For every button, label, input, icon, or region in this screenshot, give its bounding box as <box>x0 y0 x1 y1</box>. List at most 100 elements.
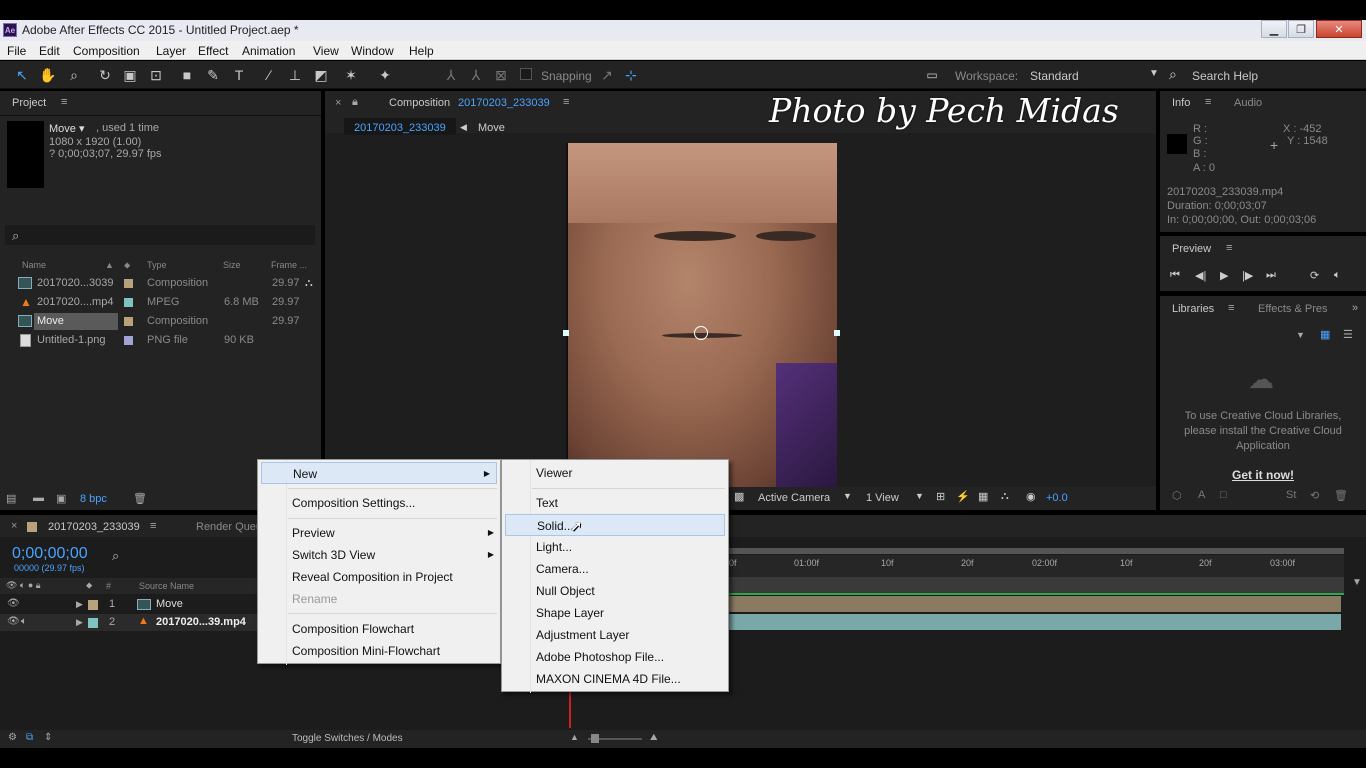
lock-icon[interactable]: 🔒︎ <box>352 96 358 109</box>
stock-icon[interactable]: St <box>1286 489 1296 501</box>
list-view-icon[interactable]: ☰ <box>1343 328 1353 341</box>
label-color-swatch[interactable] <box>124 336 133 345</box>
project-search-field[interactable] <box>5 225 315 245</box>
rotate-tool-icon[interactable]: ↻ <box>96 66 114 84</box>
panel-menu-icon[interactable]: ≡ <box>563 96 569 108</box>
submenu-item-shape-layer[interactable]: Shape Layer <box>502 602 728 624</box>
clone-stamp-tool-icon[interactable]: ⊥ <box>286 66 304 84</box>
snap-edges-icon[interactable]: ↗ <box>598 66 616 84</box>
panel-menu-icon[interactable]: ≡ <box>1228 302 1234 314</box>
snapping-checkbox[interactable] <box>520 68 532 80</box>
sync-icon[interactable]: ⟲ <box>1310 489 1319 502</box>
visibility-eye-icon[interactable]: 👁︎ <box>7 616 20 627</box>
project-row[interactable]: ▲ 2017020....mp4 MPEG 6.8 MB 29.97 <box>0 293 320 312</box>
label-color-swatch[interactable] <box>124 279 133 288</box>
menu-item-preview[interactable]: Preview ▶ <box>258 522 500 544</box>
transparency-grid-icon[interactable]: ▦ <box>978 490 988 503</box>
brush-tool-icon[interactable]: ∕ <box>260 66 278 84</box>
selection-tool-icon[interactable]: ↖ <box>13 66 31 84</box>
views-chevron-icon[interactable]: ▼ <box>915 491 924 501</box>
col-source-name[interactable]: Source Name <box>139 581 194 591</box>
get-it-now-link[interactable]: Get it now! <box>1160 468 1366 482</box>
new-composition-icon[interactable]: ▣ <box>56 492 66 505</box>
views-dropdown[interactable]: 1 View <box>866 492 899 504</box>
zoom-in-icon[interactable]: ⛰ <box>650 732 658 743</box>
menu-window[interactable]: Window <box>351 44 394 58</box>
trash-icon[interactable]: 🗑 <box>133 492 147 505</box>
submenu-item-photoshop-file[interactable]: Adobe Photoshop File... <box>502 646 728 668</box>
toggle-switches-modes[interactable]: Toggle Switches / Modes <box>292 733 403 744</box>
anchor-point-icon[interactable] <box>694 326 708 340</box>
exposure-reset-icon[interactable]: ◉ <box>1026 490 1036 503</box>
flowchart-icon[interactable]: ⛬ <box>1001 490 1009 503</box>
menu-file[interactable]: File <box>7 44 26 58</box>
submenu-item-text[interactable]: Text <box>502 492 728 514</box>
composition-viewer-image[interactable] <box>566 143 837 487</box>
zoom-slider-thumb[interactable] <box>591 734 599 743</box>
pan-behind-tool-icon[interactable]: ⊡ <box>147 66 165 84</box>
project-row-selected[interactable]: Move Composition 29.97 <box>0 312 320 331</box>
local-axis-icon[interactable]: ⅄ <box>442 66 460 84</box>
more-tabs-icon[interactable]: » <box>1352 302 1358 314</box>
menu-help[interactable]: Help <box>409 44 434 58</box>
puppet-pin-tool-icon[interactable]: ✦ <box>376 66 394 84</box>
label-color-swatch[interactable] <box>124 298 133 307</box>
submenu-item-viewer[interactable]: Viewer <box>502 462 728 484</box>
audio-tab[interactable]: Audio <box>1234 97 1262 109</box>
submenu-item-camera[interactable]: Camera... <box>502 558 728 580</box>
add-graphic-icon[interactable]: ⬡ <box>1172 489 1182 502</box>
eraser-tool-icon[interactable]: ◩ <box>312 66 330 84</box>
rectangle-tool-icon[interactable]: ■ <box>178 66 196 84</box>
camera-tool-icon[interactable]: ▣ <box>121 66 139 84</box>
hand-tool-icon[interactable]: ✋ <box>39 66 57 84</box>
3d-renderer-icon[interactable]: ▩ <box>734 490 744 503</box>
previous-frame-icon[interactable]: ◀︎| <box>1195 269 1206 282</box>
bit-depth-button[interactable]: 8 bpc <box>80 493 107 505</box>
add-text-icon[interactable]: A <box>1198 489 1205 501</box>
close-tab-icon[interactable]: × <box>335 97 341 109</box>
transfer-controls-icon[interactable]: ⧉ <box>26 732 33 743</box>
menu-item-composition-settings[interactable]: Composition Settings... <box>258 492 500 514</box>
menu-composition[interactable]: Composition <box>73 44 140 58</box>
minimize-button[interactable]: ▁ <box>1261 20 1287 38</box>
toggle-pixel-aspect-icon[interactable]: ⊞ <box>936 490 945 503</box>
interpret-footage-icon[interactable]: ▤ <box>6 492 16 505</box>
current-timecode[interactable]: 0;00;00;00 <box>12 545 88 563</box>
col-name[interactable]: Name <box>22 260 46 270</box>
close-window-button[interactable]: ✕ <box>1316 20 1362 38</box>
exposure-value[interactable]: +0.0 <box>1046 492 1068 504</box>
visibility-eye-icon[interactable]: 👁︎ <box>7 598 20 609</box>
play-icon[interactable]: ▶ <box>1220 269 1228 282</box>
roto-brush-tool-icon[interactable]: ✶ <box>342 66 360 84</box>
new-folder-icon[interactable]: ▬ <box>33 492 44 504</box>
add-color-icon[interactable]: □ <box>1220 489 1227 501</box>
label-color-swatch[interactable] <box>124 317 133 326</box>
delete-icon[interactable]: 🗑 <box>1334 489 1348 502</box>
layer-label-color[interactable] <box>88 618 98 628</box>
menu-item-new[interactable]: New ▶ <box>261 462 497 484</box>
next-frame-icon[interactable]: |▶︎ <box>1242 269 1253 282</box>
menu-effect[interactable]: Effect <box>198 44 228 58</box>
composition-panel-label[interactable]: Composition <box>389 97 450 109</box>
maximize-button[interactable]: ❐ <box>1288 20 1314 38</box>
preview-title[interactable]: Preview <box>1172 243 1211 255</box>
menu-layer[interactable]: Layer <box>156 44 186 58</box>
panel-menu-icon[interactable]: ≡ <box>61 96 67 108</box>
audio-icon[interactable]: 🔈︎ <box>1334 269 1341 282</box>
panel-menu-icon[interactable]: ≡ <box>1205 96 1211 108</box>
menu-item-composition-flowchart[interactable]: Composition Flowchart <box>258 618 500 640</box>
first-frame-icon[interactable]: ⏮ <box>1170 269 1180 282</box>
transform-handle[interactable] <box>563 330 569 336</box>
layer-label-color[interactable] <box>88 600 98 610</box>
search-help-input[interactable]: Search Help <box>1192 69 1258 83</box>
comp-marker-icon[interactable]: ▼ <box>1352 577 1362 588</box>
close-tab-icon[interactable]: × <box>11 520 17 532</box>
render-queue-tab[interactable]: Render Queu <box>196 521 262 533</box>
effects-presets-tab[interactable]: Effects & Pres <box>1258 303 1328 315</box>
submenu-item-adjustment-layer[interactable]: Adjustment Layer <box>502 624 728 646</box>
layer-switches-icon[interactable]: ⚙ <box>8 732 17 743</box>
project-panel-title[interactable]: Project <box>12 97 46 109</box>
col-size[interactable]: Size <box>223 260 241 270</box>
world-axis-icon[interactable]: ⅄ <box>467 66 485 84</box>
loop-icon[interactable]: ⟳ <box>1310 269 1319 282</box>
